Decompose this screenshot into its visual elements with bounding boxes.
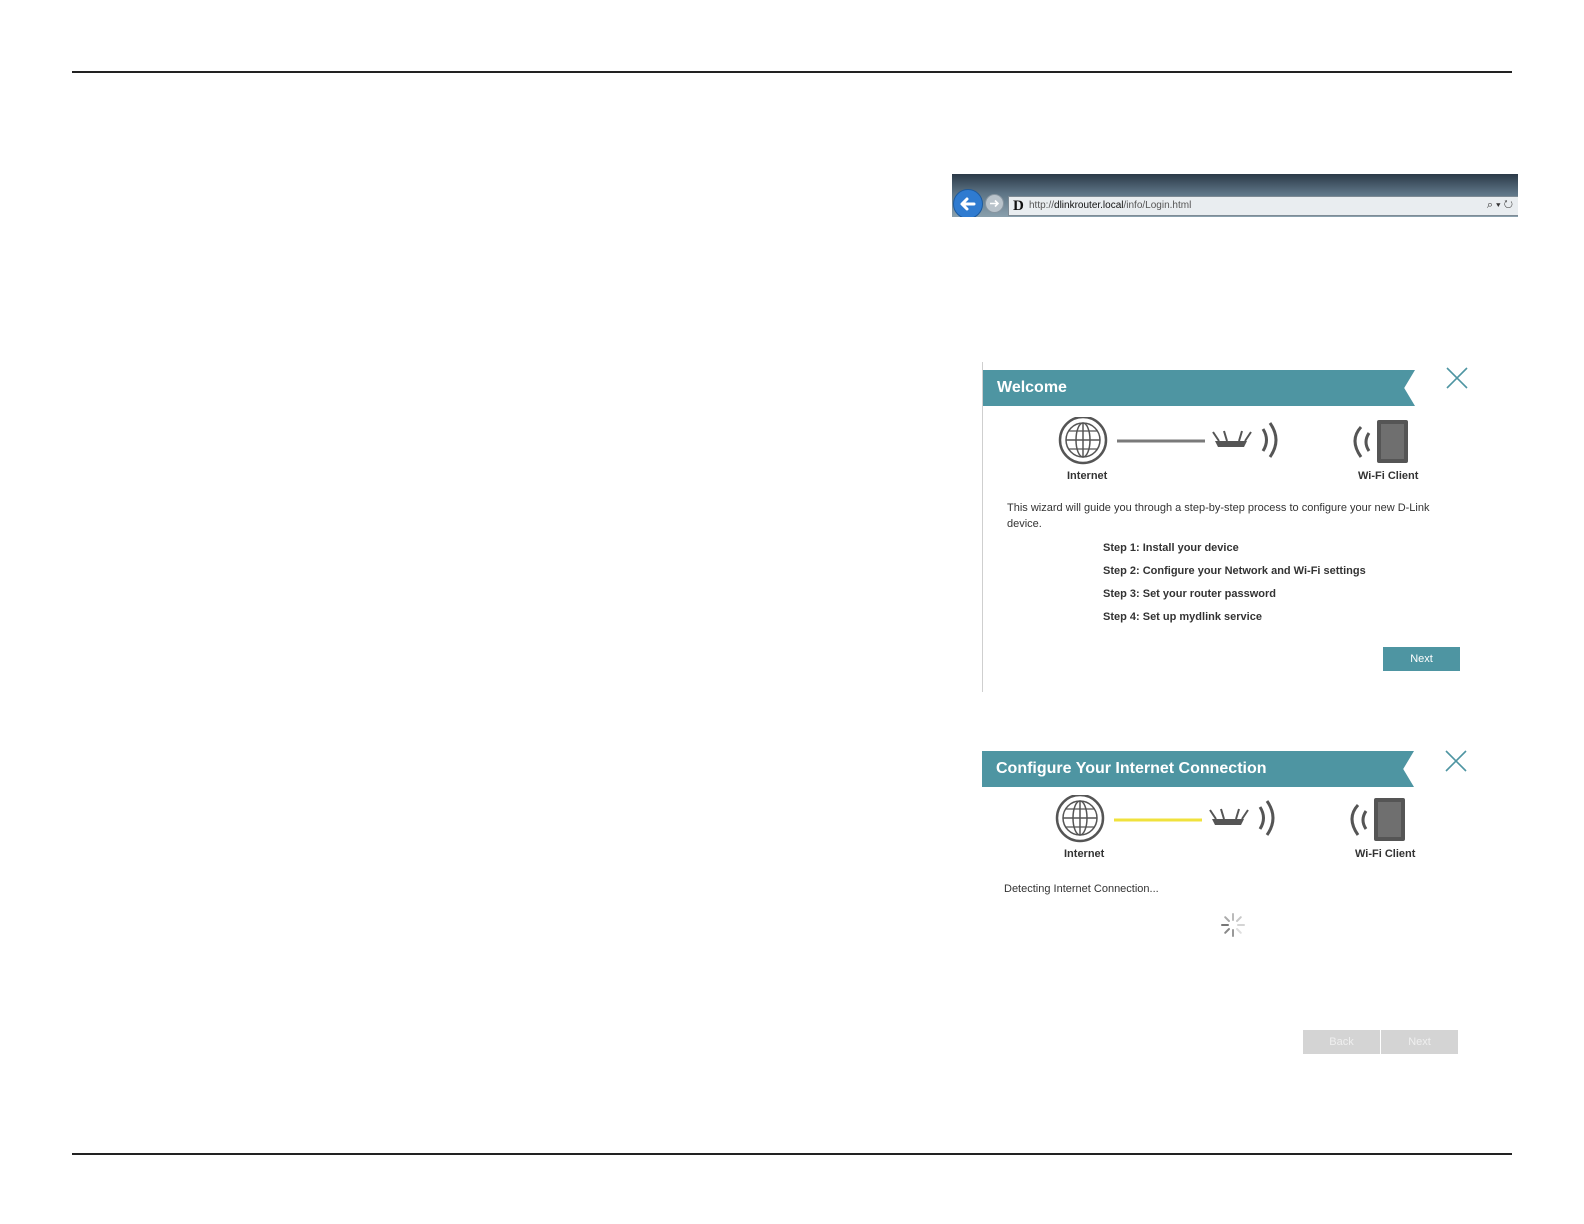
- top-rule: [72, 71, 1512, 73]
- wifi-client-label: Wi-Fi Client: [1358, 470, 1419, 482]
- bottom-rule: [72, 1153, 1512, 1155]
- internet-label: Internet: [1067, 470, 1108, 482]
- signal-in-icon: [1350, 803, 1368, 836]
- wifi-client-label: Wi-Fi Client: [1355, 848, 1416, 860]
- signal-out-icon: [1258, 800, 1275, 836]
- connection-diagram: Internet Wi-Fi Client: [983, 415, 1479, 501]
- steps-list: Step 1: Install your device Step 2: Conf…: [1103, 542, 1366, 634]
- router-icon: [1209, 808, 1249, 825]
- configure-title: Configure Your Internet Connection: [982, 751, 1414, 787]
- signal-out-icon: [1261, 422, 1278, 458]
- back-arrow-icon: [960, 197, 976, 211]
- close-icon[interactable]: [1444, 749, 1468, 773]
- step-item: Step 1: Install your device: [1103, 542, 1239, 554]
- step-item: Step 2: Configure your Network and Wi-Fi…: [1103, 565, 1366, 577]
- status-text: Detecting Internet Connection...: [1004, 883, 1159, 895]
- next-button[interactable]: Next: [1381, 1030, 1458, 1054]
- connection-diagram: Internet Wi-Fi Client: [982, 793, 1478, 879]
- configure-wizard-panel: Configure Your Internet Connection Inter…: [982, 745, 1478, 1065]
- globe-icon: [1058, 415, 1108, 465]
- back-button[interactable]: Back: [1303, 1030, 1380, 1054]
- router-icon: [1212, 430, 1252, 447]
- browser-back-button[interactable]: [953, 189, 983, 217]
- url-text: http://dlinkrouter.local/info/Login.html: [1029, 200, 1192, 211]
- step-item: Step 3: Set your router password: [1103, 588, 1276, 600]
- loading-spinner-icon: [1221, 913, 1245, 937]
- welcome-title: Welcome: [983, 370, 1415, 406]
- site-logo: D: [1013, 198, 1024, 214]
- signal-in-icon: [1353, 425, 1371, 458]
- tablet-icon: [1374, 798, 1405, 841]
- search-refresh-icons[interactable]: ⌕ ▾ ↻: [1487, 198, 1513, 213]
- welcome-wizard-panel: Welcome Internet Wi-Fi Client This wizar…: [982, 362, 1479, 692]
- step-item: Step 4: Set up mydlink service: [1103, 611, 1262, 623]
- tablet-icon: [1377, 420, 1408, 463]
- forward-arrow-icon: [990, 199, 1000, 208]
- diagram-graphics: [1055, 793, 1405, 843]
- globe-icon: [1055, 793, 1105, 843]
- close-icon[interactable]: [1445, 366, 1469, 390]
- browser-address-bar: D http://dlinkrouter.local/info/Login.ht…: [952, 174, 1518, 217]
- browser-forward-button[interactable]: [985, 194, 1004, 213]
- internet-label: Internet: [1064, 848, 1105, 860]
- diagram-graphics: [1058, 415, 1408, 465]
- wizard-intro-text: This wizard will guide you through a ste…: [1007, 502, 1430, 530]
- next-button[interactable]: Next: [1383, 647, 1460, 671]
- address-field[interactable]: D http://dlinkrouter.local/info/Login.ht…: [1008, 196, 1518, 216]
